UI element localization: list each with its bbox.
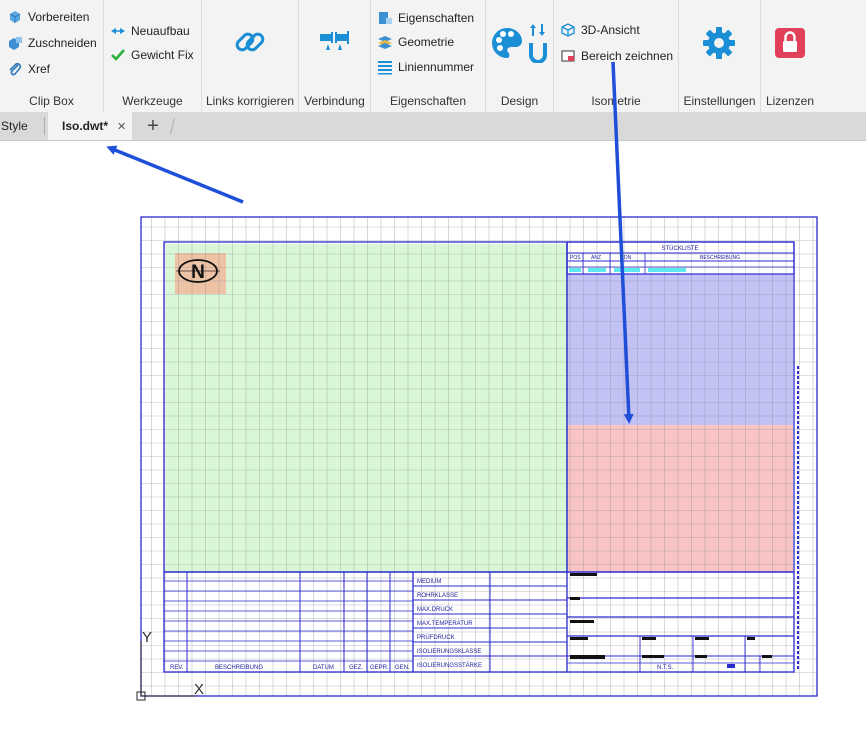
parts-col-beschreibung: BESCHREIBUNG [700, 255, 740, 261]
revision-block: REV. BESCHREIBUNG DATUM GEZ. GEPR. GEN. [164, 572, 414, 672]
group-label-verbindung: Verbindung [304, 94, 365, 108]
vorbereiten-button[interactable]: Vorbereiten [7, 7, 89, 27]
axis-y-label: Y [142, 629, 152, 646]
draw-area-icon [560, 48, 576, 64]
new-tab-button[interactable]: + [143, 112, 163, 140]
group-einstellungen: Einstellungen [679, 0, 761, 112]
vorbereiten-label: Vorbereiten [28, 10, 90, 24]
zone-drawing-area [166, 244, 568, 572]
geometrie-label: Geometrie [398, 35, 455, 49]
chain-link-icon[interactable] [230, 22, 270, 62]
parts-col-anz: ANZ [591, 255, 601, 261]
pipe-connection-icon[interactable] [315, 26, 353, 56]
lock-icon[interactable] [771, 24, 809, 62]
rev-col-rev: REV. [170, 665, 184, 671]
group-clip-box: Vorbereiten Zuschneiden Xref Clip Box [0, 0, 104, 112]
rebuild-arrows-icon [110, 23, 126, 39]
scale-text: N.T.S. [657, 665, 674, 671]
neuaufbau-button[interactable]: Neuaufbau [110, 21, 190, 41]
gewicht-fix-label: Gewicht Fix [131, 48, 194, 62]
parts-col-pos: POS [570, 255, 581, 261]
process-data-block: MEDIUM ROHRKLASSE MAX.DRUCK MAX.TEMPERAT… [413, 572, 568, 672]
checkmark-icon [110, 47, 126, 63]
rev-col-gen: GEN. [395, 665, 410, 671]
gewicht-fix-button[interactable]: Gewicht Fix [110, 45, 194, 65]
tab-iso-dwt-label: Iso.dwt* [62, 119, 109, 133]
palette-icon[interactable] [488, 24, 526, 62]
xref-label: Xref [28, 62, 51, 76]
neuaufbau-label: Neuaufbau [131, 24, 190, 38]
rev-col-datum: DATUM [313, 665, 334, 671]
group-label-lizenzen: Lizenzen [765, 94, 815, 108]
geometrie-button[interactable]: Geometrie [377, 32, 454, 52]
rev-col-beschreibung: BESCHREIBUNG [215, 665, 263, 671]
line-number-icon [377, 59, 393, 75]
liniennummer-label: Liniennummer [398, 60, 475, 74]
group-links-korrigieren: Links korrigieren [202, 0, 299, 112]
3d-ansicht-label: 3D-Ansicht [581, 23, 640, 37]
title-block: N.T.S. [567, 573, 794, 672]
tab-separator [44, 117, 45, 135]
ribbon-toolbar: Vorbereiten Zuschneiden Xref Clip Box Ne… [0, 0, 866, 113]
field-max-temperatur: MAX.TEMPERATUR [417, 621, 473, 627]
group-werkzeuge: Neuaufbau Gewicht Fix Werkzeuge [104, 0, 202, 112]
parts-col-dn: DN [624, 255, 632, 261]
field-medium: MEDIUM [417, 579, 441, 585]
3d-ansicht-button[interactable]: 3D-Ansicht [560, 20, 640, 40]
zuschneiden-label: Zuschneiden [28, 36, 97, 50]
group-label-eigenschaften: Eigenschaften [389, 94, 467, 108]
group-label-werkzeuge: Werkzeuge [122, 94, 183, 108]
sort-flow-icon[interactable] [526, 20, 550, 64]
eigenschaften-label: Eigenschaften [398, 11, 475, 25]
rev-col-gez: GEZ. [349, 665, 363, 671]
close-tab-icon[interactable]: ✕ [117, 120, 126, 133]
drawing-sheet: STÜCKLISTE POS ANZ DN BESCHREIBUNG N REV… [136, 216, 818, 701]
group-label-clip-box: Clip Box [29, 94, 74, 108]
group-eigenschaften: Eigenschaften Geometrie Liniennummer Eig… [371, 0, 486, 112]
properties-icon [377, 10, 393, 26]
svg-text:N: N [191, 262, 205, 283]
clip-cube-icon [7, 35, 23, 51]
group-isometrie: 3D-Ansicht Bereich zeichnen Isometrie [554, 0, 679, 112]
group-label-einstellungen: Einstellungen [683, 94, 756, 108]
zuschneiden-button[interactable]: Zuschneiden [7, 33, 97, 53]
xref-button[interactable]: Xref [7, 59, 50, 79]
group-label-design: Design [500, 94, 539, 108]
gear-icon[interactable] [700, 24, 738, 62]
axis-x-label: X [194, 681, 204, 698]
field-isolierungsstaerke: ISOLIERUNGSSTÄRKE [417, 662, 482, 669]
rev-col-gepr: GEPR. [370, 665, 389, 671]
tab-separator [169, 118, 176, 134]
drawing-canvas[interactable]: STÜCKLISTE POS ANZ DN BESCHREIBUNG N REV… [0, 141, 866, 734]
group-verbindung: Verbindung [299, 0, 371, 112]
3d-cube-outline-icon [560, 22, 576, 38]
group-label-isometrie: Isometrie [591, 94, 641, 108]
bereich-zeichnen-button[interactable]: Bereich zeichnen [560, 46, 673, 66]
field-max-druck: MAX.DRUCK [417, 607, 453, 613]
field-pruefdruck: PRÜFDRUCK [417, 634, 455, 641]
tab-iso-dwt[interactable]: Iso.dwt* ✕ [48, 112, 132, 140]
parts-list-title: STÜCKLISTE [661, 245, 698, 252]
eigenschaften-button[interactable]: Eigenschaften [377, 8, 474, 28]
bereich-zeichnen-label: Bereich zeichnen [581, 49, 674, 63]
group-lizenzen: Lizenzen [761, 0, 819, 112]
field-isolierungsklasse: ISOLIERUNGSKLASSE [417, 649, 481, 655]
group-label-links-korrigieren: Links korrigieren [205, 94, 295, 108]
cube-icon [7, 9, 23, 25]
liniennummer-button[interactable]: Liniennummer [377, 57, 474, 77]
group-design: Design [486, 0, 554, 112]
layers-icon [377, 34, 393, 50]
field-rohrklasse: ROHRKLASSE [417, 593, 458, 599]
tab-style[interactable]: Style [0, 112, 45, 140]
document-tab-bar: Style Iso.dwt* ✕ + [0, 112, 866, 141]
tab-style-label: Style [1, 119, 28, 133]
paperclip-icon [7, 61, 23, 77]
